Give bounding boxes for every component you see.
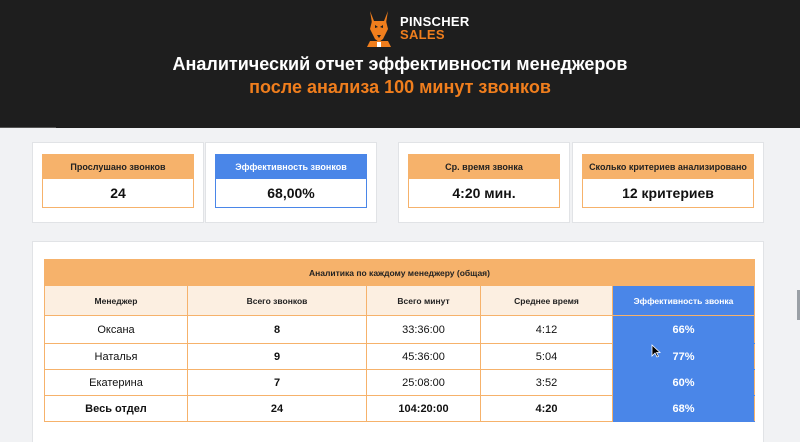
cell-manager: Оксана <box>44 315 188 344</box>
cell-avg-time: 5:04 <box>480 343 613 370</box>
page-subtitle: после анализа 100 минут звонков <box>249 77 551 97</box>
cell-efficiency: 77% <box>612 343 755 370</box>
kpi-label: Сколько критериев анализировано <box>582 154 754 179</box>
header-banner: PINSCHER SALES Аналитический отчет эффек… <box>0 0 800 128</box>
kpi-label: Ср. время звонка <box>408 154 560 179</box>
cell-total-calls: 24 <box>187 395 367 422</box>
kpi-label: Прослушано звонков <box>42 154 194 179</box>
cell-total-minutes: 25:08:00 <box>366 369 481 396</box>
column-header-manager: Менеджер <box>44 285 188 316</box>
cell-manager: Екатерина <box>44 369 188 396</box>
mouse-pointer-icon <box>651 344 661 358</box>
cell-efficiency: 60% <box>612 369 755 396</box>
logo: PINSCHER SALES <box>364 8 470 48</box>
column-header-total-minutes: Всего минут <box>366 285 481 316</box>
cell-total-calls: 8 <box>187 315 367 344</box>
cell-total-calls: 7 <box>187 369 367 396</box>
cell-avg-time: 3:52 <box>480 369 613 396</box>
cell-total-minutes: 33:36:00 <box>366 315 481 344</box>
cell-efficiency: 68% <box>612 395 755 422</box>
table-row: Екатерина 7 25:08:00 3:52 60% <box>44 369 755 396</box>
cell-efficiency: 66% <box>612 315 755 344</box>
kpi-value: 68,00% <box>215 179 367 208</box>
kpi-card-avg-time: Ср. время звонка 4:20 мин. <box>398 142 570 223</box>
cell-manager: Наталья <box>44 343 188 370</box>
table-header-row: Менеджер Всего звонков Всего минут Средн… <box>44 285 755 316</box>
table-row: Наталья 9 45:36:00 5:04 77% <box>44 343 755 370</box>
kpi-label: Эффективность звонков <box>215 154 367 179</box>
table-title: Аналитика по каждому менеджеру (общая) <box>44 259 755 286</box>
kpi-card-calls: Прослушано звонков 24 <box>32 142 204 223</box>
table-total-row: Весь отдел 24 104:20:00 4:20 68% <box>44 395 755 422</box>
kpi-card-efficiency: Эффективность звонков 68,00% <box>205 142 377 223</box>
pinscher-dog-icon <box>367 11 391 47</box>
header-divider <box>0 127 56 128</box>
cell-avg-time: 4:12 <box>480 315 613 344</box>
kpi-card-criteria: Сколько критериев анализировано 12 крите… <box>572 142 764 223</box>
column-header-efficiency: Эффективность звонка <box>612 285 755 316</box>
column-header-total-calls: Всего звонков <box>187 285 367 316</box>
cell-total-minutes: 45:36:00 <box>366 343 481 370</box>
column-header-avg-time: Среднее время <box>480 285 613 316</box>
cell-avg-time: 4:20 <box>480 395 613 422</box>
manager-analytics-table: Аналитика по каждому менеджеру (общая) М… <box>44 259 755 422</box>
cell-total-minutes: 104:20:00 <box>366 395 481 422</box>
table-row: Оксана 8 33:36:00 4:12 66% <box>44 315 755 344</box>
cell-total-calls: 9 <box>187 343 367 370</box>
kpi-value: 4:20 мин. <box>408 179 560 208</box>
cell-manager: Весь отдел <box>44 395 188 422</box>
kpi-value: 12 критериев <box>582 179 754 208</box>
kpi-value: 24 <box>42 179 194 208</box>
logo-line2: SALES <box>400 27 445 42</box>
page-title: Аналитический отчет эффективности менедж… <box>172 54 628 74</box>
